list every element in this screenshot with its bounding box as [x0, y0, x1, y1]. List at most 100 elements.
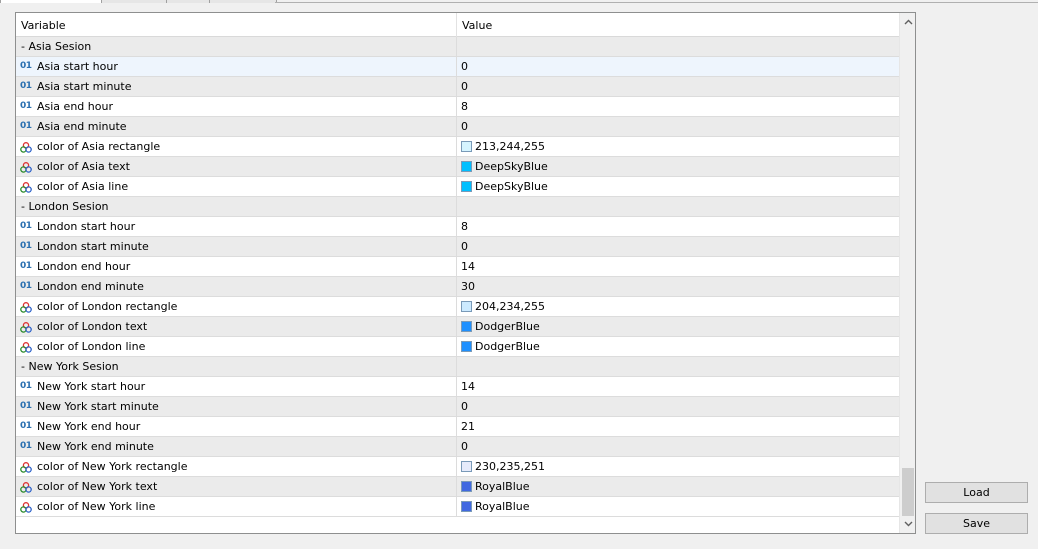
parameter-value[interactable]: RoyalBlue — [461, 497, 530, 516]
column-header-variable[interactable]: Variable — [21, 19, 66, 32]
column-header-value[interactable]: Value — [462, 19, 492, 32]
parameter-row[interactable]: 01 Asia end hour 8 — [16, 97, 899, 117]
tab-3[interactable] — [166, 0, 210, 3]
tab-2[interactable] — [101, 0, 167, 3]
parameter-row[interactable]: 01 Asia start minute 0 — [16, 77, 899, 97]
parameter-value-text: 230,235,251 — [475, 460, 545, 473]
parameter-value-text: 213,244,255 — [475, 140, 545, 153]
group-row[interactable]: - Asia Sesion — [16, 37, 899, 57]
parameter-row[interactable]: color of New York text RoyalBlue — [16, 477, 899, 497]
integer-type-icon: 01 — [20, 421, 32, 431]
scroll-down-icon[interactable] — [900, 515, 915, 533]
parameter-value[interactable]: DodgerBlue — [461, 317, 540, 336]
parameter-name: color of Asia rectangle — [37, 140, 161, 153]
integer-type-icon: 01 — [20, 441, 32, 451]
integer-type-icon: 01 — [20, 81, 32, 91]
parameter-value-text: 0 — [461, 60, 468, 73]
group-label: - Asia Sesion — [21, 40, 92, 53]
parameter-row[interactable]: 01 London start hour 8 — [16, 217, 899, 237]
parameter-value-text: 14 — [461, 260, 475, 273]
group-row[interactable]: - New York Sesion — [16, 357, 899, 377]
parameter-name: Asia start hour — [37, 60, 118, 73]
color-swatch — [461, 181, 472, 192]
parameter-value[interactable]: 0 — [461, 397, 468, 416]
parameter-value[interactable]: 230,235,251 — [461, 457, 545, 476]
parameter-value[interactable]: DodgerBlue — [461, 337, 540, 356]
color-swatch — [461, 481, 472, 492]
parameter-value-text: 21 — [461, 420, 475, 433]
parameter-value-text: DeepSkyBlue — [475, 160, 548, 173]
parameter-value[interactable]: 0 — [461, 77, 468, 96]
parameter-value-text: 30 — [461, 280, 475, 293]
parameter-value[interactable]: 213,244,255 — [461, 137, 545, 156]
parameter-name: New York end minute — [37, 440, 154, 453]
group-label: - New York Sesion — [21, 360, 119, 373]
parameter-row[interactable]: color of Asia text DeepSkyBlue — [16, 157, 899, 177]
parameter-value-text: 0 — [461, 240, 468, 253]
parameter-row[interactable]: 01 London start minute 0 — [16, 237, 899, 257]
parameter-row[interactable]: color of Asia rectangle 213,244,255 — [16, 137, 899, 157]
integer-type-icon: 01 — [20, 381, 32, 391]
tab-1[interactable] — [0, 0, 102, 3]
parameter-value[interactable]: 0 — [461, 237, 468, 256]
parameter-value[interactable]: 8 — [461, 97, 468, 116]
parameter-row[interactable]: 01 New York start minute 0 — [16, 397, 899, 417]
color-type-icon — [20, 142, 33, 153]
parameter-value[interactable]: 0 — [461, 437, 468, 456]
parameter-value-text: DodgerBlue — [475, 340, 540, 353]
parameter-row[interactable]: 01 Asia start hour 0 — [16, 57, 899, 77]
vertical-scrollbar[interactable] — [899, 13, 915, 533]
parameter-value[interactable]: 14 — [461, 257, 475, 276]
integer-type-icon: 01 — [20, 101, 32, 111]
color-swatch — [461, 161, 472, 172]
color-type-icon — [20, 502, 33, 513]
parameter-name: New York start hour — [37, 380, 146, 393]
parameter-name: London end minute — [37, 280, 144, 293]
parameter-row[interactable]: color of London rectangle 204,234,255 — [16, 297, 899, 317]
parameter-row[interactable]: color of London text DodgerBlue — [16, 317, 899, 337]
parameter-value-text: 0 — [461, 120, 468, 133]
parameter-row[interactable]: color of New York line RoyalBlue — [16, 497, 899, 517]
parameter-value-text: 0 — [461, 440, 468, 453]
parameter-row[interactable]: color of New York rectangle 230,235,251 — [16, 457, 899, 477]
tab-4[interactable] — [209, 0, 277, 3]
parameter-name: color of London rectangle — [37, 300, 178, 313]
parameter-row[interactable]: 01 New York end hour 21 — [16, 417, 899, 437]
group-row[interactable]: - London Sesion — [16, 197, 899, 217]
color-swatch — [461, 461, 472, 472]
parameter-value-text: RoyalBlue — [475, 500, 530, 513]
parameter-row[interactable]: color of London line DodgerBlue — [16, 337, 899, 357]
load-button[interactable]: Load — [925, 482, 1028, 503]
parameter-value[interactable]: 0 — [461, 117, 468, 136]
color-type-icon — [20, 482, 33, 493]
parameter-value-text: 0 — [461, 400, 468, 413]
parameter-name: Asia end hour — [37, 100, 113, 113]
integer-type-icon: 01 — [20, 121, 32, 131]
parameter-value[interactable]: DeepSkyBlue — [461, 157, 548, 176]
scroll-up-icon[interactable] — [900, 13, 915, 31]
parameter-row[interactable]: color of Asia line DeepSkyBlue — [16, 177, 899, 197]
save-button[interactable]: Save — [925, 513, 1028, 534]
scrollbar-thumb[interactable] — [902, 468, 914, 516]
parameter-value[interactable]: RoyalBlue — [461, 477, 530, 496]
color-type-icon — [20, 162, 33, 173]
parameter-row[interactable]: 01 London end hour 14 — [16, 257, 899, 277]
parameter-value[interactable]: 204,234,255 — [461, 297, 545, 316]
parameter-value-text: 8 — [461, 100, 468, 113]
parameter-value[interactable]: DeepSkyBlue — [461, 177, 548, 196]
parameter-name: color of London text — [37, 320, 148, 333]
parameter-value[interactable]: 21 — [461, 417, 475, 436]
parameter-name: color of New York line — [37, 500, 156, 513]
parameter-value[interactable]: 8 — [461, 217, 468, 236]
parameter-rows: - Asia Sesion 01 Asia start hour 0 01 Asia st… — [16, 37, 899, 517]
parameter-value-text: DeepSkyBlue — [475, 180, 548, 193]
parameter-row[interactable]: 01 Asia end minute 0 — [16, 117, 899, 137]
parameter-row[interactable]: 01 New York end minute 0 — [16, 437, 899, 457]
parameter-value[interactable]: 30 — [461, 277, 475, 296]
parameter-value[interactable]: 0 — [461, 57, 468, 76]
parameter-row[interactable]: 01 New York start hour 14 — [16, 377, 899, 397]
integer-type-icon: 01 — [20, 61, 32, 71]
parameter-row[interactable]: 01 London end minute 30 — [16, 277, 899, 297]
tab-strip — [0, 0, 1038, 3]
parameter-value[interactable]: 14 — [461, 377, 475, 396]
